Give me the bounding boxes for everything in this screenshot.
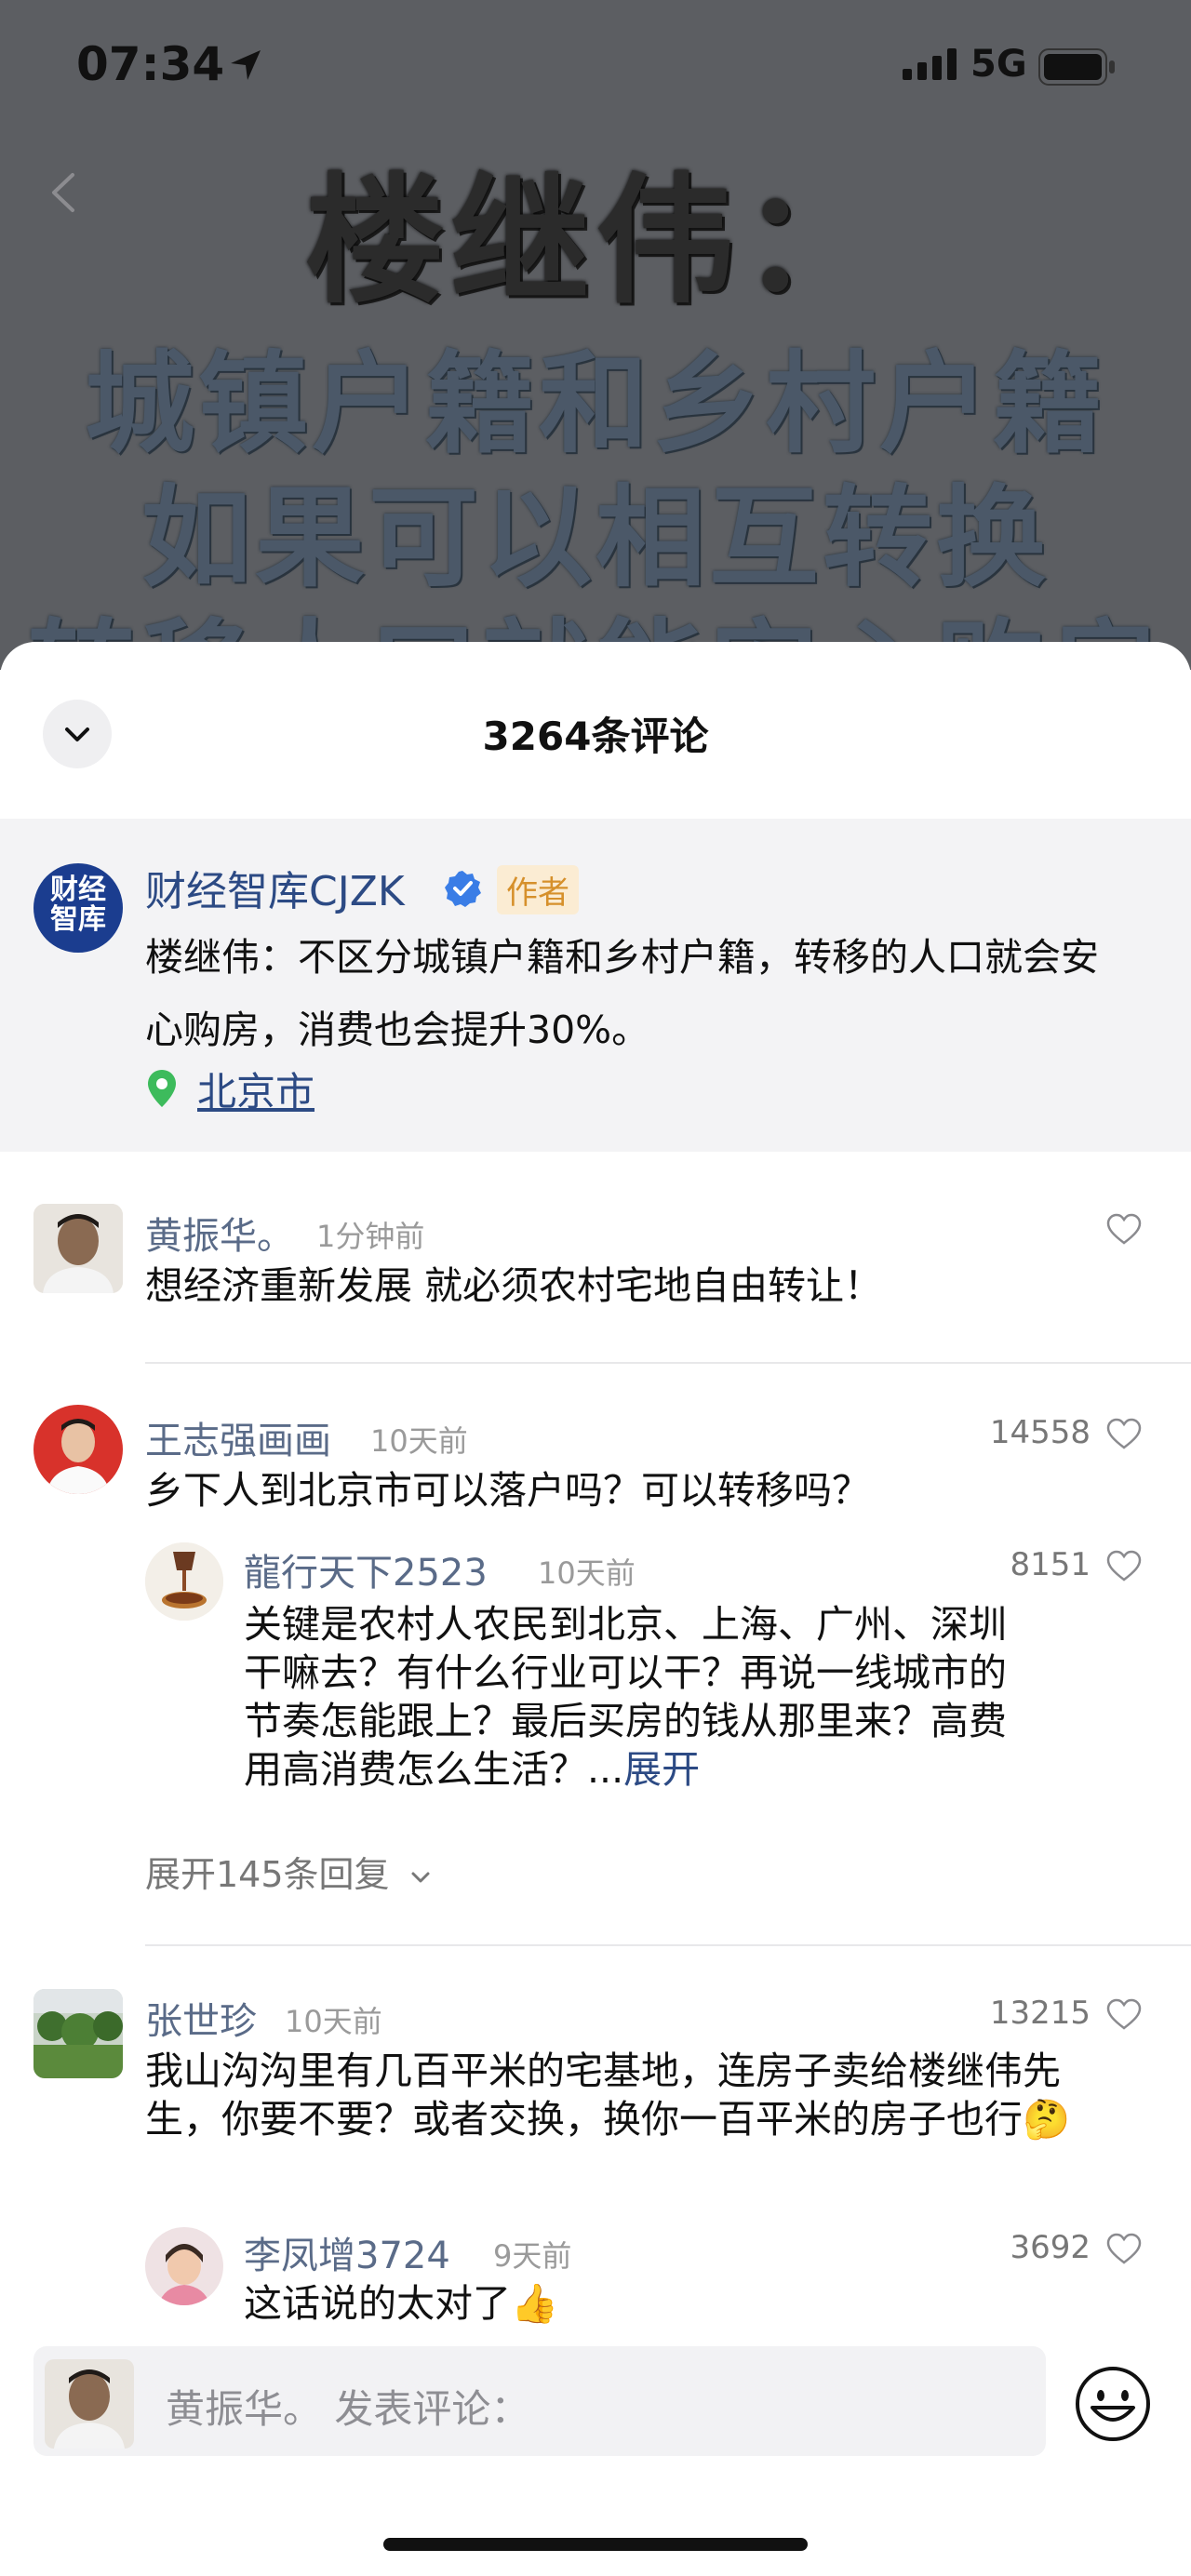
home-indicator	[383, 2538, 808, 2551]
reply-text: 这话说的太对了👍	[244, 2281, 559, 2326]
verified-badge-icon	[445, 871, 481, 907]
heart-icon[interactable]	[1105, 1211, 1143, 1248]
logo-text: 财经	[50, 874, 106, 906]
avatar[interactable]	[33, 1989, 123, 2078]
reply-author[interactable]: 龍行天下2523	[244, 1542, 488, 1596]
signal-icon	[903, 48, 957, 80]
status-time: 07:34	[76, 37, 225, 91]
like-count: 3692	[1010, 2229, 1091, 2266]
emoji-icon[interactable]	[1074, 2365, 1152, 2443]
expand-replies-button[interactable]: 展开145条回复	[145, 1846, 435, 1897]
reply-text: 关键是农村人农民到北京、上海、广州、深圳干嘛去？有什么行业可以干？再说一线城市的…	[244, 1600, 1044, 1794]
child-avatar-icon	[145, 2227, 223, 2305]
person-avatar-icon	[33, 1405, 123, 1494]
avatar[interactable]	[145, 2227, 223, 2305]
comment-author[interactable]: 黄振华。	[145, 1206, 294, 1260]
author-logo[interactable]: 财经 智库	[33, 863, 123, 953]
avatar[interactable]	[145, 1542, 223, 1621]
reply-time: 9天前	[493, 2238, 572, 2274]
divider	[145, 1944, 1191, 1946]
avatar[interactable]	[33, 1405, 123, 1494]
sheet-header: 3264条评论	[0, 642, 1191, 819]
comment-time: 10天前	[285, 2004, 382, 2039]
comment-text: 想经济重新发展 就必须农村宅地自由转让！	[145, 1263, 883, 1308]
chevron-down-icon	[411, 1872, 430, 1882]
comment-count: 3264条评论	[482, 714, 709, 759]
location-link[interactable]: 北京市	[197, 1061, 314, 1117]
author-badge: 作者	[497, 865, 579, 914]
comment-author[interactable]: 张世珍	[145, 1991, 257, 2045]
divider	[145, 1362, 1191, 1364]
heart-icon[interactable]	[1105, 1416, 1143, 1453]
back-chevron-icon[interactable]	[41, 169, 87, 216]
comment-text: 乡下人到北京市可以落户吗？可以转移吗？	[145, 1468, 870, 1513]
reply-time: 10天前	[538, 1555, 636, 1591]
heart-icon[interactable]	[1105, 1548, 1143, 1585]
battery-icon	[1038, 48, 1115, 86]
comments-sheet: 3264条评论 财经 智库 财经智库CJZK 作者 楼继伟：不区分城镇户籍和乡村…	[0, 642, 1191, 2576]
my-avatar	[45, 2359, 134, 2449]
like-count: 13215	[989, 1995, 1091, 2032]
location-arrow-icon	[231, 50, 261, 80]
garden-avatar-icon	[33, 1989, 123, 2078]
comment-author[interactable]: 王志强画画	[145, 1410, 331, 1464]
expand-link[interactable]: 展开	[623, 1747, 700, 1792]
person-avatar-icon	[45, 2359, 134, 2449]
network-type: 5G	[970, 43, 1027, 86]
author-name[interactable]: 财经智库CJZK	[145, 858, 405, 917]
logo-text: 智库	[50, 903, 106, 936]
teapot-avatar-icon	[145, 1542, 223, 1621]
comment-time: 1分钟前	[316, 1219, 425, 1254]
person-avatar-icon	[33, 1204, 123, 1293]
video-headline-title: 楼继伟：	[304, 161, 886, 323]
comment-text: 我山沟沟里有几百平米的宅基地，连房子卖给楼继伟先生，你要不要？或者交换，换你一百…	[145, 2049, 1071, 2142]
comment-time: 10天前	[370, 1423, 468, 1459]
heart-icon[interactable]	[1105, 1996, 1143, 2034]
expand-replies-label: 展开145条回复	[145, 1854, 390, 1895]
author-post-text: 楼继伟：不区分城镇户籍和乡村户籍，转移的人口就会安心购房，消费也会提升30%。	[145, 935, 1099, 1052]
status-bar: 07:34 5G	[0, 0, 1191, 130]
reply-author[interactable]: 李凤增3724	[244, 2225, 450, 2279]
heart-icon[interactable]	[1105, 2231, 1143, 2268]
location-pin-icon	[148, 1070, 176, 1107]
comment-placeholder: 黄振华。 发表评论：	[166, 2386, 530, 2432]
like-count: 8151	[1010, 1546, 1091, 1583]
like-count: 14558	[989, 1414, 1091, 1451]
avatar[interactable]	[33, 1204, 123, 1293]
